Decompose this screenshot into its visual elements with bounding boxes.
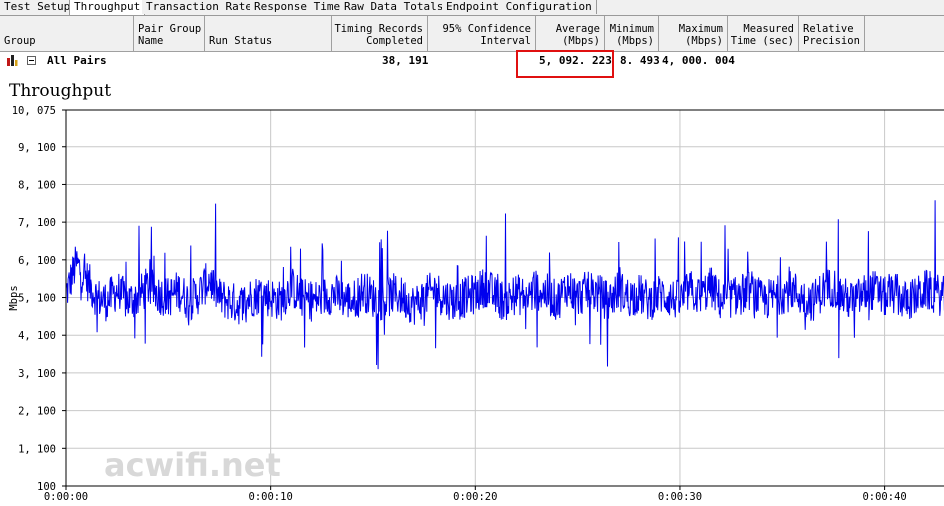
- y-tick-label: 10, 075: [12, 105, 56, 117]
- y-tick-label: 2, 100: [18, 406, 56, 418]
- x-tick-label: 0:00:00: [44, 491, 88, 503]
- x-tick-label: 0:00:40: [862, 491, 906, 503]
- throughput-chart: 10, 075 9, 100 8, 100 7, 100 6, 100 5, 100 4, …: [8, 105, 944, 503]
- x-tick-label: 0:00:10: [249, 491, 293, 503]
- x-tick-label: 0:00:20: [453, 491, 497, 503]
- y-tick-label: 9, 100: [18, 142, 56, 154]
- y-tick-label: 6, 100: [18, 255, 56, 267]
- y-axis-label: Mbps: [8, 285, 20, 310]
- x-tick-label: 0:00:30: [658, 491, 702, 503]
- x-axis-ticks: 0:00:00 0:00:10 0:00:20 0:00:30 0:00:40: [44, 486, 907, 503]
- y-tick-label: 3, 100: [18, 368, 56, 380]
- y-tick-label: 7, 100: [18, 217, 56, 229]
- throughput-series-line: [65, 200, 944, 370]
- y-tick-label: 8, 100: [18, 179, 56, 191]
- y-tick-label: 1, 100: [18, 443, 56, 455]
- watermark: acwifi.net: [104, 446, 281, 484]
- y-tick-label: 5, 100: [18, 293, 56, 305]
- y-tick-label: 4, 100: [18, 330, 56, 342]
